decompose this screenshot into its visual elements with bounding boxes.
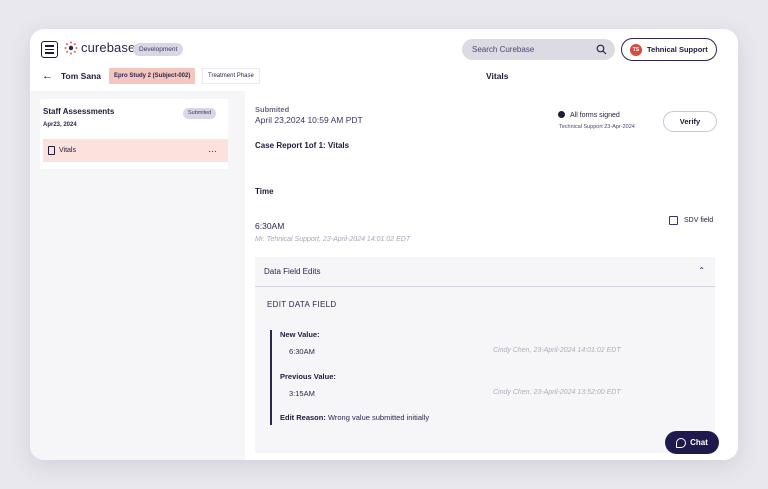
verify-button[interactable]: Verify [663,111,717,132]
signed-by: Technical Support 23-Apr-2024 [559,124,635,130]
top-bar: curebase Development Search Curebase TS … [30,29,738,69]
data-field-edits-toggle[interactable]: Data Field Edits ⌃ [255,257,715,287]
study-tab[interactable]: Epro Study 2 (Subject-002) [109,68,196,84]
previous-value-meta: Cindy Chen, 23-April-2024 13:52:00 EDT [493,389,621,396]
clipboard-icon [48,146,55,155]
search-icon[interactable] [596,44,607,55]
avatar: TS [630,43,642,56]
sdv-checkbox[interactable]: SDV field [669,216,713,225]
logo-mark-icon [64,41,78,54]
new-value-meta: Cindy Chen, 23-April-2024 14:01:02 EDT [493,347,621,354]
status-dot-icon [558,111,565,118]
edit-reason-label: Edit Reason: [280,413,326,422]
edit-section-title: EDIT DATA FIELD [267,300,337,309]
staff-assessments-card: Staff Assessments Apr23, 2024 Submited V… [40,99,228,169]
edit-reason: Edit Reason: Wrong value submitted initi… [280,413,429,422]
new-value-label: New Value: [280,330,320,339]
user-menu-button[interactable]: TS Tehnical Support [621,38,717,61]
back-arrow-icon[interactable]: ← [42,70,53,82]
patient-name: Tom Sana [61,71,101,81]
submitted-date: April 23,2024 10:59 AM PDT [255,115,363,125]
field-meta: Mr. Tehnical Support, 23-April-2024 14:0… [255,236,411,243]
main-content: Submited April 23,2024 10:59 AM PDT All … [245,91,738,460]
more-options-icon[interactable]: … [208,138,218,161]
edit-reason-value: Wrong value submitted initially [327,413,430,422]
case-report-title: Case Report 1of 1: Vitals [255,141,350,150]
accordion-title: Data Field Edits [264,267,321,276]
checkbox-icon[interactable] [669,216,678,225]
search-placeholder: Search Curebase [472,45,535,54]
environment-badge: Development [133,43,184,56]
field-value: 6:30AM [255,221,285,231]
section-date: Apr23, 2024 [43,122,77,128]
phase-tab[interactable]: Treatment Phase [202,68,260,84]
chevron-up-icon[interactable]: ⌃ [698,266,705,275]
app-window: curebase Development Search Curebase TS … [30,29,738,460]
signed-label: All forms signed [570,112,620,119]
user-name: Tehnical Support [647,45,708,54]
sidebar-item-label: Vitals [59,147,76,154]
edit-entry: New Value: 6:30AM Cindy Chen, 23-April-2… [270,330,710,425]
new-value: 6:30AM [289,347,315,356]
chat-bubble-icon [676,437,687,448]
status-badge: Submited [183,108,217,119]
data-field-edits-panel: EDIT DATA FIELD New Value: 6:30AM Cindy … [255,287,715,453]
hamburger-menu-icon[interactable] [41,41,58,58]
submitted-label: Submited [255,105,290,114]
previous-value-label: Previous Value: [280,372,336,381]
signature-status: All forms signed [558,111,620,119]
sidebar-item-vitals[interactable]: Vitals … [43,139,228,162]
previous-value: 3:15AM [289,389,315,398]
search-input[interactable]: Search Curebase [462,39,615,60]
section-title: Staff Assessments [43,107,115,116]
chat-button[interactable]: Chat [665,431,719,454]
field-heading: Time [255,187,274,196]
logo-text: curebase [81,40,136,55]
curebase-logo[interactable]: curebase [64,40,135,55]
sdv-label: SDV field [684,217,714,224]
breadcrumb-bar: ← Tom Sana Epro Study 2 (Subject-002) Tr… [30,67,738,89]
sidebar: Staff Assessments Apr23, 2024 Submited V… [30,91,245,460]
chat-label: Chat [690,438,708,447]
page-title: Vitals [486,71,509,81]
